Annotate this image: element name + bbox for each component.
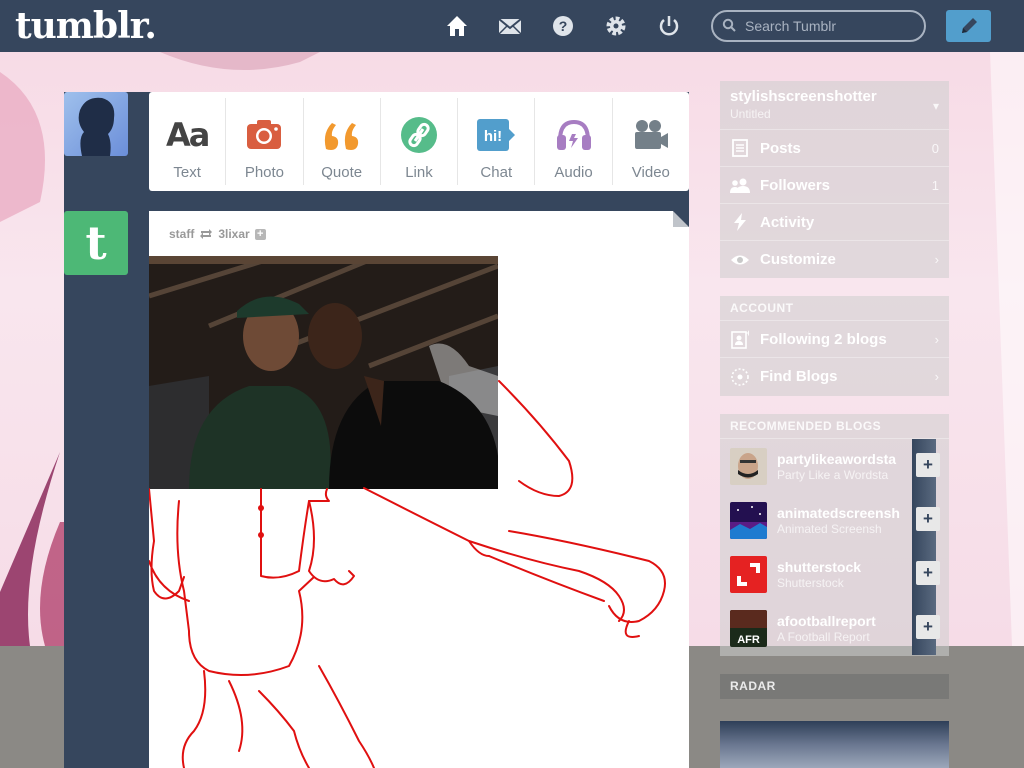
sidebar-item-label: Find Blogs <box>760 368 838 385</box>
sidebar-item-following[interactable]: + Following 2 blogs › <box>720 321 949 358</box>
follow-button[interactable]: + <box>916 561 940 585</box>
account-title: ACCOUNT <box>720 296 949 321</box>
help-icon[interactable]: ? <box>550 13 576 39</box>
post-type-label: Video <box>631 164 670 181</box>
svg-text:+: + <box>746 329 749 338</box>
search-icon <box>722 18 736 32</box>
staff-avatar[interactable]: t <box>64 211 128 275</box>
post-type-label: Quote <box>321 164 363 181</box>
sidebar-radar-panel: RADAR <box>720 674 949 699</box>
home-icon[interactable] <box>444 13 470 39</box>
chevron-right-icon: › <box>934 252 939 267</box>
sidebar-account-panel: ACCOUNT + Following 2 blogs › Find Blogs… <box>720 296 949 396</box>
blog-subtitle: Untitled <box>730 107 771 121</box>
recommended-blog-title: A Football Report <box>777 629 870 644</box>
recommended-blog-name: partylikeawordsta <box>777 450 897 467</box>
follow-button[interactable]: + <box>916 453 940 477</box>
recommended-blog[interactable]: animatedscreensh Animated Screensh + <box>720 493 949 547</box>
eye-icon <box>731 255 749 264</box>
svg-text:?: ? <box>559 18 568 34</box>
people-icon <box>730 178 750 193</box>
chevron-right-icon: › <box>934 369 939 384</box>
post-type-quote[interactable]: Quote <box>304 98 381 185</box>
tumblr-logo[interactable]: tumblr. <box>15 4 157 48</box>
recommended-blog-avatar <box>730 447 767 485</box>
post-type-chat[interactable]: hi! Chat <box>458 98 536 185</box>
mail-icon[interactable] <box>497 13 523 39</box>
power-icon[interactable] <box>656 13 682 39</box>
silhouette-icon <box>78 97 115 156</box>
post-type-bar: Aa Text Photo Quote Link hi! Chat Audio … <box>149 92 689 191</box>
post-type-label: Photo <box>244 164 285 181</box>
post-type-label: Chat <box>480 164 513 181</box>
compose-button[interactable] <box>946 10 991 42</box>
sidebar-recommended-panel: RECOMMENDED BLOGS partylikeawordsta Part… <box>720 414 949 656</box>
post-type-label: Text <box>173 164 201 181</box>
post-type-link[interactable]: Link <box>381 98 459 185</box>
recommended-blog-name: animatedscreensh <box>777 504 900 521</box>
recommended-blog-avatar <box>730 555 767 593</box>
chevron-down-icon: ▾ <box>932 99 939 113</box>
recommended-blog-avatar: AFR <box>730 609 767 647</box>
dashboard-post: staff 3lixar + <box>149 211 689 768</box>
sidebar-item-label: Customize <box>760 251 836 268</box>
recommended-blog-title: Animated Screensh <box>777 521 882 536</box>
post-type-label: Link <box>405 164 433 181</box>
recommended-title: RECOMMENDED BLOGS <box>720 414 949 439</box>
radar-post-preview[interactable] <box>720 721 949 768</box>
svg-text:hi!: hi! <box>484 128 502 145</box>
recommended-blog-title: Party Like a Wordsta <box>777 467 889 482</box>
recommended-blog[interactable]: AFR afootballreport A Football Report + <box>720 601 949 655</box>
video-camera-icon <box>634 120 668 149</box>
chevron-right-icon: › <box>934 331 939 347</box>
tumblr-t-icon: t <box>85 216 107 270</box>
sidebar-item-label: Activity <box>760 213 815 231</box>
sidebar-item-find-blogs[interactable]: Find Blogs › <box>720 358 949 395</box>
post-type-photo[interactable]: Photo <box>226 98 304 185</box>
sidebar-item-label: Posts <box>760 139 801 157</box>
quote-icon <box>324 123 358 150</box>
search-input[interactable] <box>711 10 926 42</box>
following-icon: + <box>731 329 749 349</box>
sidebar-item-count: 1 <box>931 177 939 193</box>
recommended-blog-name: afootballreport <box>777 612 876 629</box>
post-type-video[interactable]: Video <box>613 98 689 185</box>
text-icon: Aa <box>165 116 210 154</box>
follow-button[interactable]: + <box>916 507 940 531</box>
follow-button[interactable]: + <box>916 615 940 639</box>
link-icon <box>400 117 437 153</box>
recommended-blog-name: shutterstock <box>777 558 862 575</box>
post-type-text[interactable]: Aa Text <box>149 98 227 185</box>
sidebar-item-followers[interactable]: Followers 1 <box>720 167 949 204</box>
blog-switcher[interactable]: stylishscreenshotter Untitled ▾ <box>720 81 949 130</box>
sidebar-item-count: 0 <box>931 140 939 156</box>
camera-icon <box>247 120 282 149</box>
recommended-blog-avatar <box>730 501 767 539</box>
user-avatar[interactable] <box>64 92 128 156</box>
blog-name: stylishscreenshotter <box>730 88 877 105</box>
red-line-drawing <box>149 380 666 768</box>
sidebar-item-posts[interactable]: Posts 0 <box>720 130 949 167</box>
chat-icon: hi! <box>477 119 516 151</box>
sidebar-item-label: Following 2 blogs <box>760 330 887 348</box>
lightning-icon <box>734 213 746 231</box>
recommended-blog[interactable]: partylikeawordsta Party Like a Wordsta + <box>720 439 949 493</box>
sidebar-item-label: Followers <box>760 176 831 194</box>
recommended-blog-avatar-text: AFR <box>737 634 760 646</box>
post-type-label: Audio <box>554 164 593 181</box>
sidebar-item-activity[interactable]: Activity <box>720 204 949 241</box>
gear-icon[interactable] <box>603 13 629 39</box>
top-navigation-bar: tumblr. ? <box>0 0 1024 52</box>
compass-icon <box>731 367 749 386</box>
headphones-icon <box>556 119 591 150</box>
pencil-icon <box>961 18 977 33</box>
post-type-audio[interactable]: Audio <box>535 98 613 185</box>
radar-title: RADAR <box>730 679 776 693</box>
recommended-blog-title: Shutterstock <box>777 575 844 590</box>
document-icon <box>732 139 748 157</box>
sidebar-blog-panel: stylishscreenshotter Untitled ▾ Posts 0 … <box>720 81 949 278</box>
sidebar-item-customize[interactable]: Customize › <box>720 241 949 278</box>
recommended-blog[interactable]: shutterstock Shutterstock + <box>720 547 949 601</box>
